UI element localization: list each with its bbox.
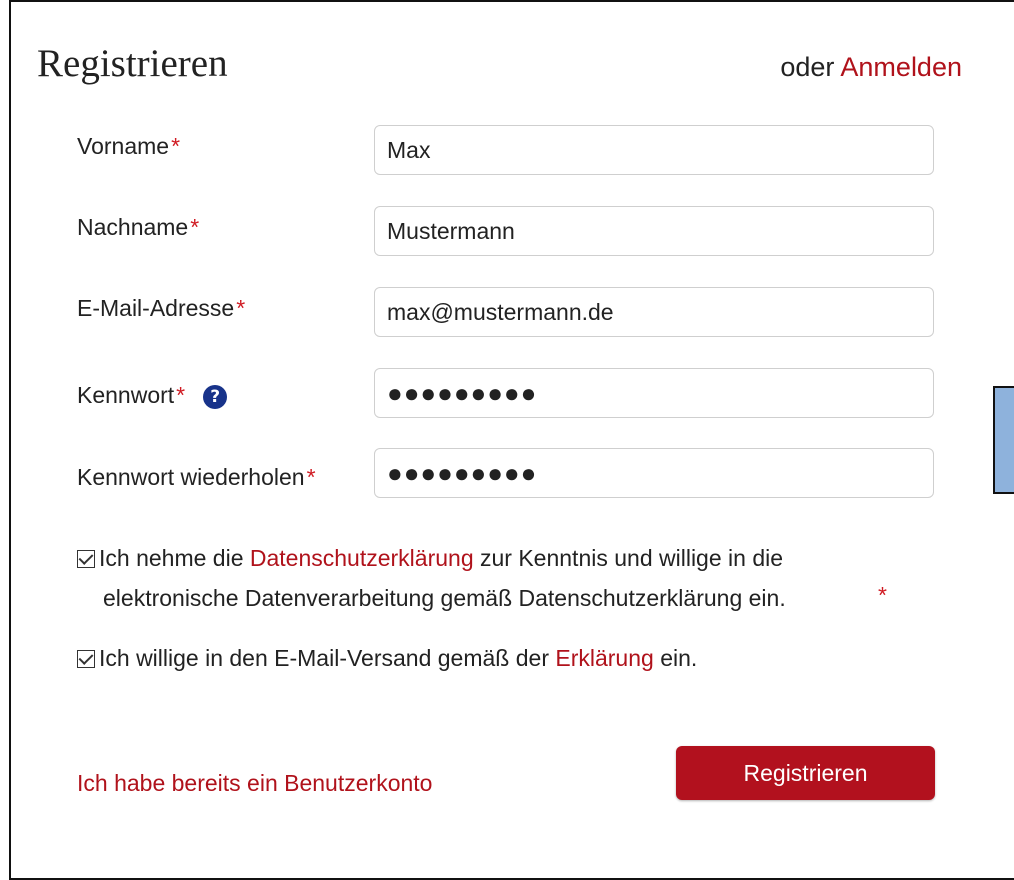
password-value: ●●●●●●●●● <box>387 377 538 408</box>
last-name-field[interactable]: Mustermann <box>374 206 934 256</box>
required-marker: * <box>171 133 181 159</box>
first-name-value: Max <box>387 136 431 163</box>
required-marker: * <box>176 382 186 408</box>
last-name-label: Nachname* <box>77 214 199 241</box>
first-name-label-text: Vorname <box>77 133 170 159</box>
email-label: E-Mail-Adresse* <box>77 295 245 322</box>
side-panel-box <box>993 386 1014 494</box>
required-marker: * <box>306 464 316 490</box>
password-repeat-label-text: Kennwort wiederholen <box>77 464 305 490</box>
required-marker: * <box>878 582 887 608</box>
help-icon[interactable]: ? <box>203 385 228 409</box>
page-title: Registrieren <box>37 42 228 85</box>
email-consent: Ich willige in den E-Mail-Versand gemäß … <box>77 638 697 678</box>
first-name-label: Vorname* <box>77 133 180 160</box>
email-consent-link[interactable]: Erklärung <box>555 645 653 671</box>
privacy-consent-checkbox[interactable] <box>77 550 95 568</box>
last-name-label-text: Nachname <box>77 214 189 240</box>
first-name-field[interactable]: Max <box>374 125 934 175</box>
password-label-text: Kennwort <box>77 382 175 408</box>
email-consent-text-before: Ich willige in den E-Mail-Versand gemäß … <box>99 645 549 671</box>
privacy-consent-line1: Ich nehme die Datenschutzerklärung zur K… <box>77 538 786 578</box>
password-repeat-field[interactable]: ●●●●●●●●● <box>374 448 934 498</box>
last-name-value: Mustermann <box>387 217 515 244</box>
required-marker: * <box>236 295 246 321</box>
email-consent-text-after: ein. <box>660 645 698 671</box>
privacy-consent-line2: elektronische Datenverarbeitung gemäß Da… <box>103 585 786 611</box>
privacy-consent: Ich nehme die Datenschutzerklärung zur K… <box>77 538 786 618</box>
email-label-text: E-Mail-Adresse <box>77 295 235 321</box>
privacy-text-after: zur Kenntnis und willige in die <box>480 545 784 571</box>
email-consent-checkbox[interactable] <box>77 650 95 668</box>
email-value: max@mustermann.de <box>387 298 614 325</box>
register-button[interactable]: Registrieren <box>676 746 935 800</box>
login-link[interactable]: Anmelden <box>840 52 962 82</box>
required-marker: * <box>190 214 200 240</box>
login-prefix: oder <box>780 52 835 82</box>
email-field[interactable]: max@mustermann.de <box>374 287 934 337</box>
privacy-text-before: Ich nehme die <box>99 545 244 571</box>
password-repeat-label: Kennwort wiederholen* <box>77 464 316 491</box>
password-field[interactable]: ●●●●●●●●● <box>374 368 934 418</box>
privacy-policy-link[interactable]: Datenschutzerklärung <box>250 545 474 571</box>
password-label: Kennwort*? <box>77 382 228 409</box>
existing-account-link[interactable]: Ich habe bereits ein Benutzerkonto <box>77 770 432 797</box>
password-repeat-value: ●●●●●●●●● <box>387 457 538 488</box>
login-alternative: oder Anmelden <box>780 52 962 83</box>
